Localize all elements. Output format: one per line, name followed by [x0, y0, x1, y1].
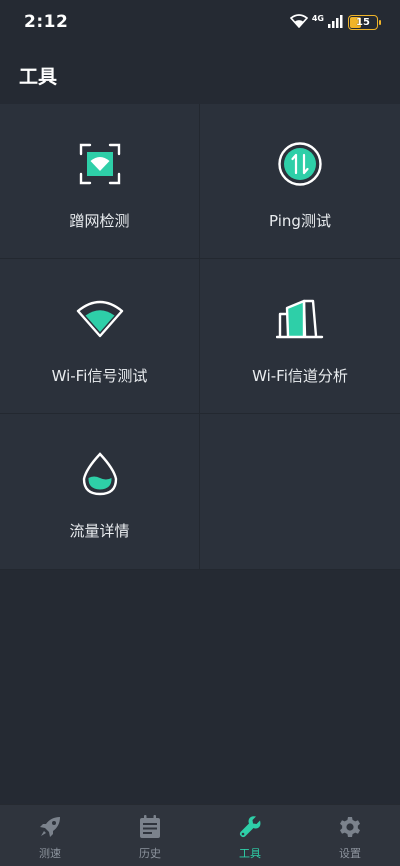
tool-label: Wi-Fi信号测试: [51, 367, 148, 385]
gear-icon: [337, 814, 363, 840]
network-label: 4G: [311, 14, 324, 23]
status-bar: 2:12 4G 15: [0, 0, 400, 44]
rocket-icon: [37, 814, 63, 840]
ping-arrows-icon: [276, 140, 324, 188]
tool-label: Wi-Fi信道分析: [252, 367, 348, 385]
tool-wifi-signal-test[interactable]: Wi-Fi信号测试: [0, 259, 200, 414]
tool-wifi-intruder-detection[interactable]: 蹭网检测: [0, 104, 200, 259]
bottom-nav: 测速 历史 工具 设置: [0, 804, 400, 866]
tool-label: 蹭网检测: [69, 212, 130, 230]
calendar-icon: [137, 814, 163, 840]
wifi-signal-icon: [76, 295, 124, 343]
nav-label: 设置: [339, 847, 361, 860]
scan-wifi-icon: [76, 140, 124, 188]
drop-icon: [76, 450, 124, 498]
wrench-icon: [237, 814, 263, 840]
nav-tools[interactable]: 工具: [200, 805, 300, 866]
status-icons: 4G 15: [289, 13, 381, 32]
page-title: 工具: [19, 66, 58, 88]
battery-icon: 15: [348, 14, 381, 30]
tool-wifi-channel-analysis[interactable]: Wi-Fi信道分析: [200, 259, 400, 414]
wifi-icon: [289, 13, 309, 32]
nav-label: 测速: [39, 847, 61, 860]
tool-ping-test[interactable]: Ping测试: [200, 104, 400, 259]
tool-traffic-details[interactable]: 流量详情: [0, 414, 200, 570]
battery-level: 15: [356, 16, 370, 28]
nav-label: 工具: [239, 847, 261, 860]
nav-settings[interactable]: 设置: [300, 805, 400, 866]
nav-history[interactable]: 历史: [100, 805, 200, 866]
tool-label: Ping测试: [269, 212, 331, 230]
tools-grid: 蹭网检测 Ping测试 Wi-Fi信号测试 Wi-Fi信道分析 流量详情: [0, 104, 400, 570]
tool-label: 流量详情: [69, 522, 130, 540]
channel-bars-icon: [276, 295, 324, 343]
status-time: 2:12: [24, 12, 69, 32]
nav-label: 历史: [139, 847, 161, 860]
nav-speed-test[interactable]: 测速: [0, 805, 100, 866]
signal-icon: [328, 13, 344, 32]
empty-tile: [200, 414, 400, 570]
